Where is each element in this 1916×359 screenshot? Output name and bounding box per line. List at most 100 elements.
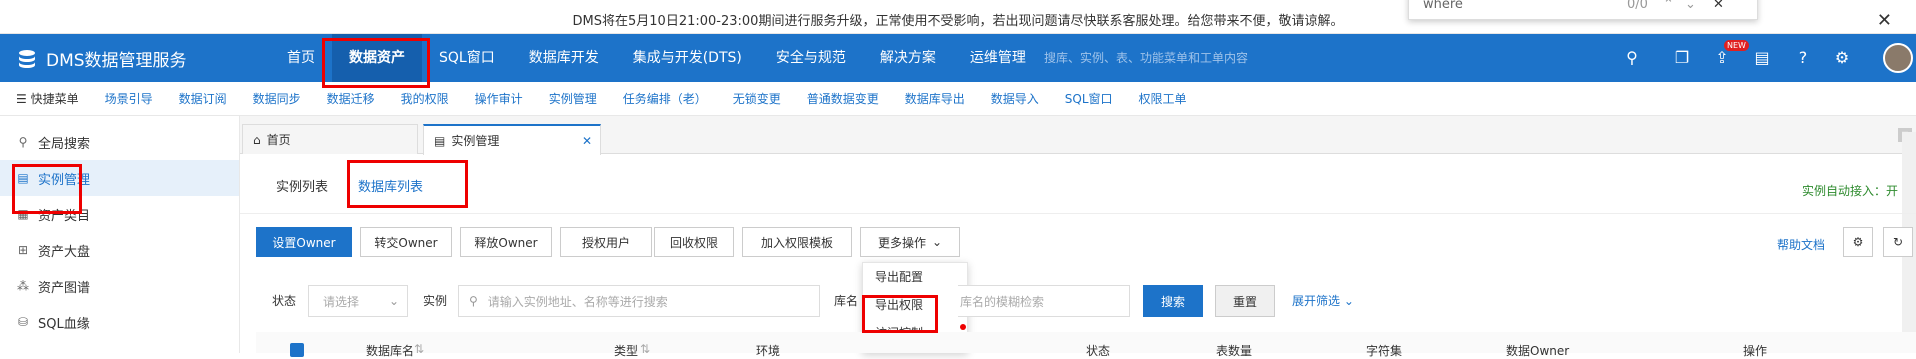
col-dbname[interactable]: 数据库名 [366,342,414,359]
graph-icon: ⁂ [17,279,29,293]
quick-item[interactable]: 数据导入 [978,90,1052,107]
nav-db-dev[interactable]: 数据库开发 [512,34,616,82]
quick-item[interactable]: 操作审计 [462,90,536,107]
col-env: 环境 [756,344,781,358]
auto-access-status[interactable]: 实例自动接入：开 [1802,182,1898,199]
more-actions-label: 更多操作 [877,235,926,250]
sort-icon[interactable]: ⇅ [640,342,650,356]
tab-instance-list[interactable]: 实例列表 [276,176,328,195]
quick-menu-toggle[interactable]: ☰ 快捷菜单 [0,90,92,107]
quick-item[interactable]: 数据迁移 [314,90,388,107]
find-up-icon[interactable]: ⌃ [1663,0,1674,12]
more-actions-button[interactable]: 更多操作 ⌄ [860,227,960,257]
marker-dot [960,324,966,330]
quick-item[interactable]: 我的权限 [388,90,462,107]
quick-item[interactable]: 数据库导出 [892,90,978,107]
settings-icon[interactable]: ⚙ [1843,227,1873,257]
sidebar-item-sql-lineage[interactable]: ⛁ SQL血缘 [0,304,239,340]
sidebar-item-asset-catalog[interactable]: ▦ 资产类目 [0,196,239,232]
nav-security[interactable]: 安全与规范 [759,34,863,82]
instance-icon: ▤ [434,133,446,148]
instance-search-input[interactable]: ⚲ 请输入实例地址、名称等进行搜索 [458,285,820,317]
avatar[interactable] [1883,43,1913,73]
new-badge: NEW [1724,40,1749,51]
expand-filter-label: 展开筛选 [1292,294,1341,308]
quick-item[interactable]: 任务编排（老） [610,90,720,107]
instance-label: 实例 [423,294,448,308]
copy-icon[interactable]: ❐ [1672,34,1692,82]
sidebar-item-instance-mgmt[interactable]: ▤ 实例管理 [0,160,239,196]
nav-data-assets[interactable]: 数据资产 [332,34,422,82]
nav-home[interactable]: 首页 [270,34,332,82]
tab-db-list[interactable]: 数据库列表 [358,176,423,195]
grant-user-button[interactable]: 授权用户 [560,227,652,257]
close-tab-icon[interactable]: ✕ [582,134,592,148]
quick-item[interactable]: 数据订阅 [166,90,240,107]
transfer-owner-button[interactable]: 转交Owner [360,227,452,257]
find-query[interactable]: where [1423,0,1463,12]
find-close-icon[interactable]: ✕ [1713,0,1724,12]
catalog-icon: ▦ [17,207,29,221]
gear-icon[interactable]: ⚙ [1832,34,1852,82]
col-data-owner: 数据Owner [1506,344,1570,358]
col-actions: 操作 [1743,344,1768,358]
sidebar-item-label: 资产类目 [38,208,91,224]
close-icon[interactable]: ✕ [1877,4,1892,38]
sidebar-item-global-search[interactable]: ⚲ 全局搜索 [0,124,239,160]
sub-tabs: 实例列表 数据库列表 实例自动接入：开 [240,154,1916,214]
help-doc-link[interactable]: 帮助文档 [1777,236,1825,253]
quick-item[interactable]: SQL窗口 [1052,90,1126,107]
sidebar: ⚲ 全局搜索 ▤ 实例管理 ▦ 资产类目 ⊞ 资产大盘 ⁂ 资产图谱 ⛁ SQL血缘 [0,116,240,353]
chevron-down-icon: ⌄ [388,294,399,308]
revoke-button[interactable]: 回收权限 [654,227,734,257]
quick-item[interactable]: 实例管理 [536,90,610,107]
top-navbar: DMS数据管理服务 首页 数据资产 SQL窗口 数据库开发 集成与开发(DTS)… [0,34,1916,82]
sidebar-item-label: SQL血缘 [38,316,90,332]
quick-item[interactable]: 普通数据变更 [794,90,892,107]
global-search-input[interactable]: 搜库、实例、表、功能菜单和工单内容 [1044,46,1248,70]
status-select[interactable]: 请选择 ⌄ [308,285,408,317]
status-label: 状态 [272,294,297,308]
search-icon[interactable]: ⚲ [1622,34,1642,82]
nav-dts[interactable]: 集成与开发(DTS) [616,34,759,82]
nav-ops[interactable]: 运维管理 [953,34,1043,82]
find-bar[interactable]: where 0/0 ⌃ ⌄ ✕ [1408,0,1758,20]
dbname-placeholder: 库名的模糊检索 [960,294,1045,309]
help-icon[interactable]: ? [1793,34,1813,82]
col-type[interactable]: 类型 [614,342,638,359]
sort-icon[interactable]: ⇅ [414,342,424,356]
tab-home[interactable]: ⌂ 首页 [242,124,418,154]
quick-item[interactable]: 无锁变更 [720,90,794,107]
dbname-label: 库名 [834,294,859,308]
search-button[interactable]: 搜索 [1143,285,1203,317]
sidebar-item-asset-graph[interactable]: ⁂ 资产图谱 [0,268,239,304]
find-down-icon[interactable]: ⌄ [1685,0,1696,12]
dms-logo-icon [19,49,35,68]
export-config-item[interactable]: 导出配置 [863,263,967,291]
release-owner-button[interactable]: 释放Owner [460,227,552,257]
add-permission-template-button[interactable]: 加入权限模板 [742,227,852,257]
ticket-icon[interactable]: ▤ [1752,34,1772,82]
sidebar-item-asset-dashboard[interactable]: ⊞ 资产大盘 [0,232,239,268]
nav-sql-window[interactable]: SQL窗口 [422,34,512,82]
expand-filter-link[interactable]: 展开筛选 ⌄ [1292,292,1354,309]
sidebar-item-label: 全局搜索 [38,136,91,152]
brand-logo[interactable]: DMS数据管理服务 [16,46,187,71]
refresh-icon[interactable]: ↻ [1883,227,1913,257]
table-header: 数据库名 ⇅ 类型 ⇅ 环境 状态 表数量 字符集 数据Owner 操作 [256,332,1916,358]
export-permission-item[interactable]: 导出权限 [863,291,967,319]
nav-solutions[interactable]: 解决方案 [863,34,953,82]
tab-label: 首页 [266,133,291,147]
dashboard-icon: ⊞ [17,243,29,257]
dbname-input[interactable]: 库名的模糊检索 [958,285,1130,317]
select-all-checkbox[interactable] [290,343,304,357]
quick-item[interactable]: 权限工单 [1126,90,1200,107]
set-owner-button[interactable]: 设置Owner [256,227,352,257]
search-icon: ⚲ [469,294,478,308]
tab-instance-mgmt[interactable]: ▤ 实例管理 ✕ [423,124,601,155]
quick-item[interactable]: 场景引导 [92,90,166,107]
reset-button[interactable]: 重置 [1215,285,1275,317]
search-icon: ⚲ [18,135,28,149]
home-icon: ⌂ [253,132,261,147]
quick-item[interactable]: 数据同步 [240,90,314,107]
